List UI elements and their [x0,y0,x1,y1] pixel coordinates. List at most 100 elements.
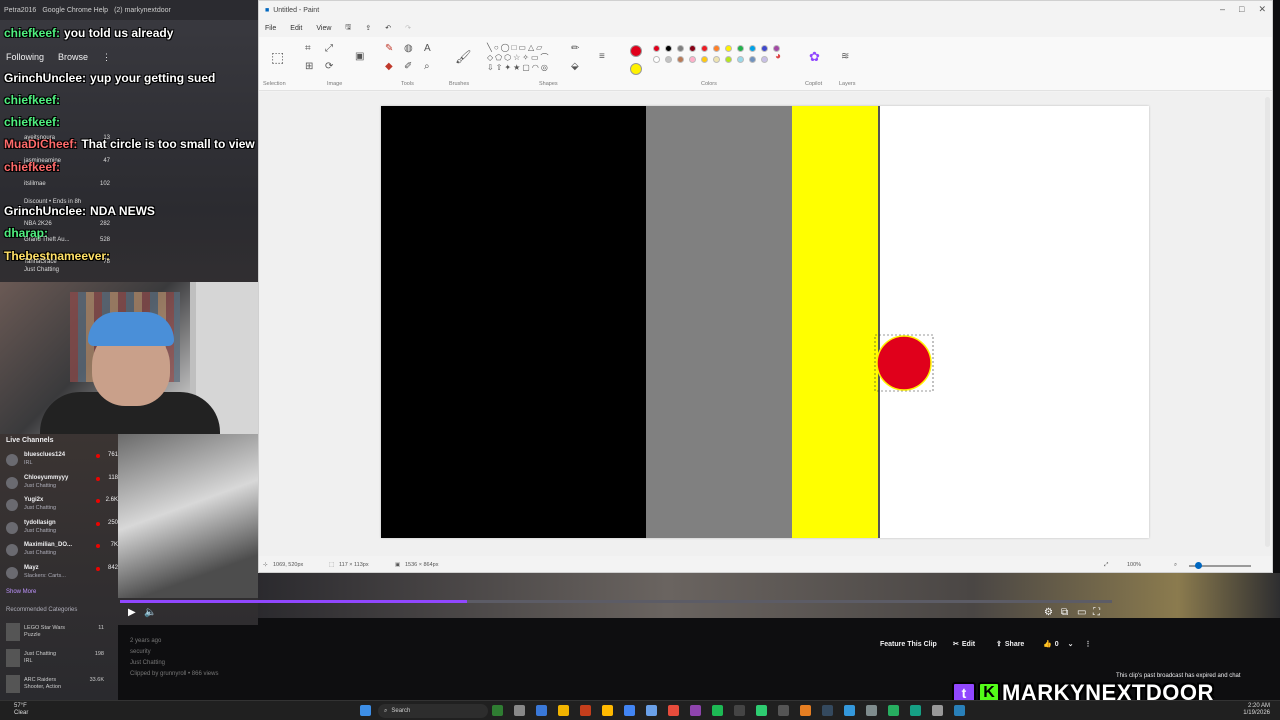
palette-swatch[interactable] [713,56,720,63]
taskbar-app-icon[interactable] [822,705,833,716]
paint-canvas[interactable] [381,106,1149,538]
more-options-icon[interactable]: ⋮ [1085,640,1092,648]
primary-color[interactable] [630,45,642,57]
menu-file[interactable]: File [265,25,276,32]
live-channel-item[interactable]: Maximilian_DO... Just Chatting 7K [6,542,118,558]
outline-icon[interactable]: ✏ [571,43,579,54]
eraser-icon[interactable]: ◆ [385,61,393,72]
image-effects-icon[interactable]: ▣ [355,51,364,62]
taskbar-app-icon[interactable] [580,705,591,716]
maximize-icon[interactable]: □ [1239,4,1244,15]
live-channel-item[interactable]: Mayz Slackers: Carts... 842 [6,565,118,581]
play-icon[interactable]: ▶ [128,607,136,618]
palette-swatch[interactable] [701,45,708,52]
palette-swatch[interactable] [749,56,756,63]
taskbar-app-icon[interactable] [558,705,569,716]
menu-view[interactable]: View [316,25,331,32]
rotate-icon[interactable]: ⟳ [325,61,333,72]
chevron-down-icon[interactable]: ⌄ [1068,640,1074,648]
palette-swatch[interactable] [665,56,672,63]
palette-swatch[interactable] [653,45,660,52]
taskbar-app-icon[interactable] [800,705,811,716]
taskbar-app-icon[interactable] [756,705,767,716]
image-select-icon[interactable]: ⊞ [305,61,313,72]
chat-username[interactable]: GrinchUnclee: [4,71,86,85]
nav-following[interactable]: Following [6,52,44,62]
share-icon[interactable]: ⇪ [365,24,371,32]
vertical-scrollbar[interactable] [1265,97,1270,547]
zoom-slider-thumb[interactable] [1195,562,1202,569]
live-channel-item[interactable]: Yugi2x Just Chatting 2.6K [6,497,118,513]
palette-swatch[interactable] [689,45,696,52]
fit-icon[interactable]: ⤢ [1104,562,1108,569]
chat-username[interactable]: chiefkeef: [4,26,60,40]
fullscreen-icon[interactable]: ⛶ [1093,607,1100,618]
taskbar-app-icon[interactable] [690,705,701,716]
palette-swatch[interactable] [749,45,756,52]
pencil-icon[interactable]: ✎ [385,43,393,54]
secondary-color[interactable] [630,63,642,75]
save-icon[interactable]: 🖫 [345,23,351,34]
followed-channel[interactable]: Just Chatting [24,266,110,274]
palette-swatch[interactable] [677,45,684,52]
undo-icon[interactable]: ↶ [385,24,391,32]
chat-username[interactable]: chiefkeef: [4,93,60,107]
fill-shape-icon[interactable]: ⬙ [571,61,579,72]
taskbar-search[interactable]: ⌕ Search [378,704,488,718]
selection-box[interactable] [874,334,936,394]
text-icon[interactable]: A [424,43,431,54]
recommended-category-item[interactable]: LEGO Star Wars Puzzle 11 [6,623,118,641]
palette-swatch[interactable] [713,45,720,52]
palette-swatch[interactable] [737,56,744,63]
chat-username[interactable]: chiefkeef: [4,115,60,129]
browser-tab[interactable]: (2) markynextdoor [114,7,171,14]
taskbar-app-icon[interactable] [866,705,877,716]
brush-icon[interactable]: 🖌 [455,49,472,65]
taskbar-app-icon[interactable] [492,705,503,716]
browser-tab[interactable]: Google Chrome Help [42,7,108,14]
edit-button[interactable]: ✂ Edit [953,636,975,652]
recommended-category-item[interactable]: ARC Raiders Shooter, Action 33.6K [6,675,118,693]
more-icon[interactable]: ⋮ [102,52,111,63]
show-more-link[interactable]: Show More [6,589,36,595]
minimize-icon[interactable]: – [1220,4,1225,15]
chat-username[interactable]: GrinchUnclee: [4,204,86,218]
followed-channel[interactable]: NBA 2K26 282 [24,220,110,228]
volume-icon[interactable]: 🔈 [144,607,156,618]
like-button[interactable]: 👍 0 ⌄ ⋮ [1043,636,1092,652]
palette-swatch[interactable] [725,56,732,63]
taskbar-app-icon[interactable] [954,705,965,716]
palette-swatch[interactable] [761,45,768,52]
taskbar-app-icon[interactable] [624,705,635,716]
red-circle-shape[interactable] [876,335,932,391]
followed-channel[interactable]: itslilmae 102 [24,180,110,188]
followed-channel[interactable]: TannaGrace 78 [24,258,110,266]
copilot-icon[interactable]: ✿ [809,49,820,65]
live-channel-item[interactable]: tydollasign Just Chatting 250 [6,520,118,536]
followed-channel[interactable]: ayeitsnoura 13 [24,134,110,142]
close-icon[interactable]: ✕ [1258,4,1266,15]
fill-icon[interactable]: ◍ [404,43,413,54]
followed-channel[interactable]: jasmineamine 47 [24,157,110,165]
nav-browse[interactable]: Browse [58,52,88,62]
palette-swatch[interactable] [665,45,672,52]
taskbar-app-icon[interactable] [888,705,899,716]
taskbar-app-icon[interactable] [932,705,943,716]
start-icon[interactable] [360,705,371,716]
magnifier-icon[interactable]: ⌕ [424,61,430,72]
recommended-category-item[interactable]: Just Chatting IRL 198 [6,649,118,667]
live-channel-item[interactable]: Chloeyummyyy Just Chatting 118 [6,475,118,491]
clip-icon[interactable]: ⧉ [1061,607,1068,618]
zoom-level[interactable]: 100% [1127,562,1141,568]
taskbar-app-icon[interactable] [910,705,921,716]
palette-swatch[interactable] [677,56,684,63]
edit-colors-icon[interactable]: ◕ [775,51,781,62]
system-clock[interactable]: 2:20 AM 1/19/2026 [1243,703,1270,717]
shapes-gallery-icon[interactable]: ╲○◯□▭△▱ ◇⬠⬡☆✧▭⌒ ⇩⇧✦★▢◠◎ [487,43,551,72]
color-picker-icon[interactable]: ✐ [404,61,412,72]
crop-icon[interactable]: ⌗ [305,43,311,54]
taskbar-app-icon[interactable] [734,705,745,716]
followed-channel[interactable]: Discount • Ends in 8h [24,198,110,206]
zoom-out-icon[interactable]: ⌕ [1174,562,1177,569]
size-icon[interactable]: ≡ [599,51,605,62]
